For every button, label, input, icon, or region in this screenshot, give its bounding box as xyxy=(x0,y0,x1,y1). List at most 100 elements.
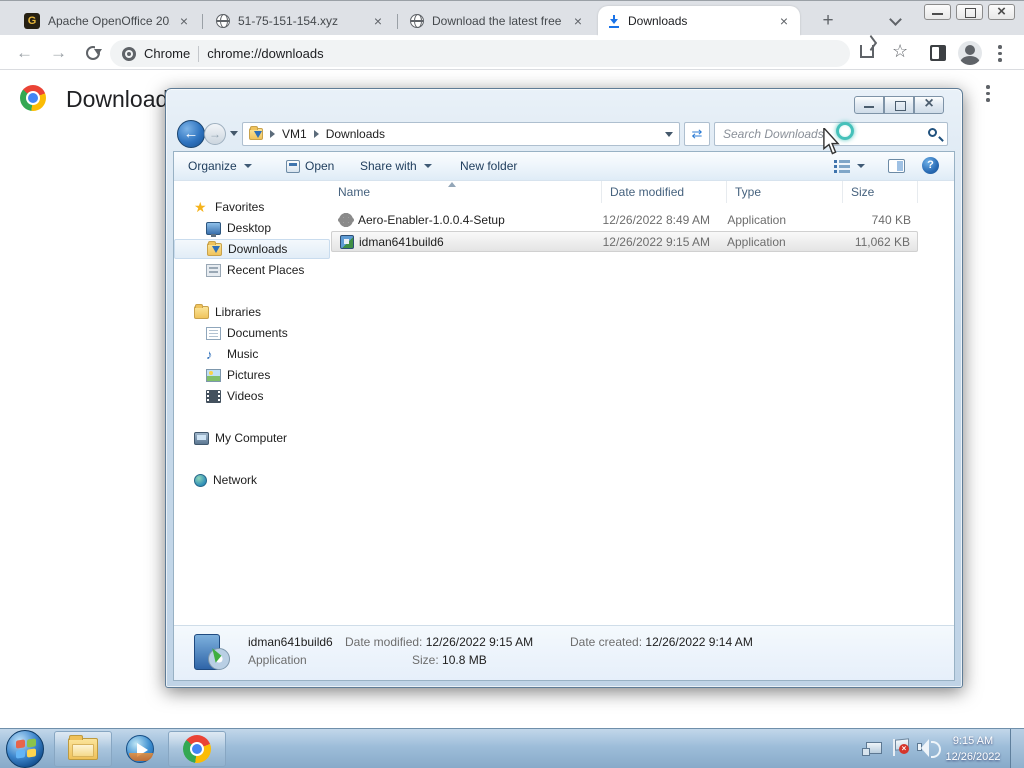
change-view-button[interactable] xyxy=(834,159,865,172)
reload-icon[interactable] xyxy=(86,44,102,60)
column-header-size[interactable]: Size xyxy=(843,181,918,203)
share-with-button[interactable]: Share with xyxy=(360,159,432,173)
tab-downloads-active[interactable]: Downloads × xyxy=(598,6,800,36)
tab-search-chevron-icon[interactable] xyxy=(890,14,900,24)
sidebar-item-music[interactable]: ♪ Music xyxy=(174,344,330,364)
refresh-button[interactable]: ⇄ xyxy=(684,122,710,146)
organize-label: Organize xyxy=(188,159,237,173)
type-header-label: Type xyxy=(735,185,762,199)
minimize-button[interactable] xyxy=(924,4,951,20)
browser-menu-icon[interactable] xyxy=(998,45,1002,63)
network-tray-icon[interactable] xyxy=(862,742,882,756)
tab-separator xyxy=(397,14,398,29)
action-center-flag-icon[interactable] xyxy=(893,739,909,756)
new-folder-button[interactable]: New folder xyxy=(460,159,517,173)
date-modified-label: Date modified: xyxy=(345,635,423,649)
new-tab-button[interactable]: + xyxy=(816,9,840,33)
side-panel-icon[interactable] xyxy=(930,45,946,61)
show-desktop-button[interactable] xyxy=(1010,729,1024,768)
sidebar-item-my-computer[interactable]: My Computer xyxy=(174,428,330,448)
start-button[interactable] xyxy=(6,730,44,768)
tab-close-icon[interactable]: × xyxy=(572,14,584,28)
volume-icon[interactable] xyxy=(917,739,941,758)
tab-close-icon[interactable]: × xyxy=(178,14,190,28)
chevron-down-icon xyxy=(243,164,252,168)
restore-button[interactable] xyxy=(956,4,983,20)
back-button[interactable]: ← xyxy=(177,120,205,148)
taskbar-chrome-button[interactable] xyxy=(168,731,226,767)
sidebar-item-documents[interactable]: Documents xyxy=(174,323,330,343)
profile-avatar[interactable] xyxy=(958,41,982,65)
column-header-date-modified[interactable]: Date modified xyxy=(602,181,727,203)
mouse-cursor xyxy=(822,126,840,160)
preview-pane-button[interactable] xyxy=(888,159,905,173)
recent-pages-chevron-icon[interactable] xyxy=(230,131,238,136)
open-icon xyxy=(286,159,300,173)
crumb-arrow-icon xyxy=(270,130,275,138)
tab-download-latest[interactable]: Download the latest free × xyxy=(400,6,594,36)
videos-icon xyxy=(206,389,221,403)
forward-icon[interactable]: → xyxy=(50,43,67,63)
taskbar-explorer-button[interactable] xyxy=(54,731,112,767)
downloads-folder-icon xyxy=(207,240,222,256)
sidebar-item-desktop[interactable]: Desktop xyxy=(174,218,330,238)
sidebar-item-pictures[interactable]: Pictures xyxy=(174,365,330,385)
forward-button[interactable]: → xyxy=(204,123,226,145)
file-row-idman641build6-selected[interactable]: idman641build6 12/26/2022 9:15 AM Applic… xyxy=(331,231,918,252)
browser-toolbar: ← → Chrome chrome://downloads ☆ xyxy=(0,36,1024,70)
explorer-window-controls xyxy=(854,95,944,114)
sidebar-group-libraries[interactable]: Libraries xyxy=(174,302,330,322)
address-dropdown-icon[interactable] xyxy=(665,131,673,137)
address-breadcrumb[interactable]: VM1 Downloads xyxy=(242,122,680,146)
search-input[interactable] xyxy=(721,125,911,143)
taskbar-clock[interactable]: 9:15 AM 12/26/2022 xyxy=(938,733,1008,765)
tab-close-icon[interactable]: × xyxy=(778,14,790,28)
help-icon: ? xyxy=(922,157,939,174)
maximize-button[interactable] xyxy=(884,96,914,114)
sidebar-item-videos[interactable]: Videos xyxy=(174,386,330,406)
favorites-label: Favorites xyxy=(215,200,265,214)
column-header-type[interactable]: Type xyxy=(727,181,843,203)
details-file-name: idman641build6 xyxy=(248,635,333,649)
details-size: Size: 10.8 MB xyxy=(412,653,487,667)
details-file-type: Application xyxy=(248,653,307,667)
browser-window-controls xyxy=(924,3,1015,20)
share-icon[interactable] xyxy=(860,45,874,58)
breadcrumb-root[interactable]: VM1 xyxy=(282,127,307,141)
breadcrumb-current[interactable]: Downloads xyxy=(326,127,385,141)
file-row-aero-enabler[interactable]: Aero-Enabler-1.0.0.4-Setup 12/26/2022 8:… xyxy=(331,209,918,230)
site-name: Chrome xyxy=(144,46,191,61)
sidebar-group-favorites[interactable]: ★ Favorites xyxy=(174,197,330,217)
libraries-icon xyxy=(194,303,209,319)
address-bar[interactable]: Chrome chrome://downloads xyxy=(110,40,850,67)
sidebar-item-network[interactable]: Network xyxy=(174,470,330,490)
sidebar-item-downloads[interactable]: Downloads xyxy=(174,239,330,259)
tab-close-icon[interactable]: × xyxy=(372,14,384,28)
minimize-button[interactable] xyxy=(854,96,884,114)
close-button[interactable] xyxy=(988,3,1015,20)
sidebar-item-recent-places[interactable]: Recent Places xyxy=(174,260,330,280)
close-button[interactable] xyxy=(914,95,944,114)
tab-apache-openoffice[interactable]: G Apache OpenOffice 2021 × xyxy=(14,6,200,36)
share-with-label: Share with xyxy=(360,159,417,173)
details-pane: idman641build6 Application Date modified… xyxy=(174,625,954,680)
file-size: 11,062 KB xyxy=(854,234,910,249)
tab-51-75-151-154[interactable]: 51-75-151-154.xyz × xyxy=(206,6,394,36)
file-list: Name Date modified Type Size Aero-Enable… xyxy=(330,181,954,625)
organize-button[interactable]: Organize xyxy=(188,159,252,173)
help-button[interactable]: ? xyxy=(922,157,939,174)
taskbar-media-player-button[interactable] xyxy=(126,735,154,763)
open-label: Open xyxy=(305,159,335,173)
back-icon[interactable]: ← xyxy=(16,43,33,63)
videos-label: Videos xyxy=(227,389,264,403)
file-date-modified: 12/26/2022 9:15 AM xyxy=(602,234,711,249)
bookmark-star-icon[interactable]: ☆ xyxy=(892,41,908,62)
open-button[interactable]: Open xyxy=(286,159,334,173)
file-name: idman641build6 xyxy=(359,234,444,249)
crumb-arrow-icon xyxy=(313,130,319,138)
recent-places-icon xyxy=(206,263,221,277)
tab-separator xyxy=(202,14,203,29)
column-header-name[interactable]: Name xyxy=(330,181,602,203)
desktop-label: Desktop xyxy=(227,221,272,235)
downloads-more-actions-icon[interactable] xyxy=(986,85,990,103)
